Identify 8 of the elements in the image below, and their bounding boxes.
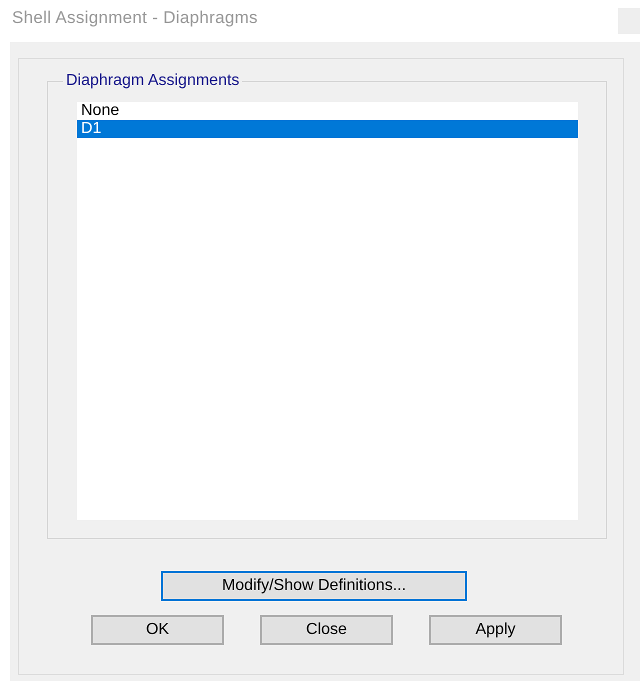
group-title: Diaphragm Assignments [63, 72, 242, 90]
dialog-button[interactable]: Close [260, 615, 393, 645]
dialog-button[interactable]: Apply [429, 615, 562, 645]
dialog-button[interactable]: OK [91, 615, 224, 645]
definitions-button[interactable]: Modify/Show Definitions... [161, 571, 467, 601]
window-title: Shell Assignment - Diaphragms [12, 8, 258, 28]
list-item[interactable]: None [77, 102, 578, 120]
list-item[interactable]: D1 [77, 120, 578, 138]
